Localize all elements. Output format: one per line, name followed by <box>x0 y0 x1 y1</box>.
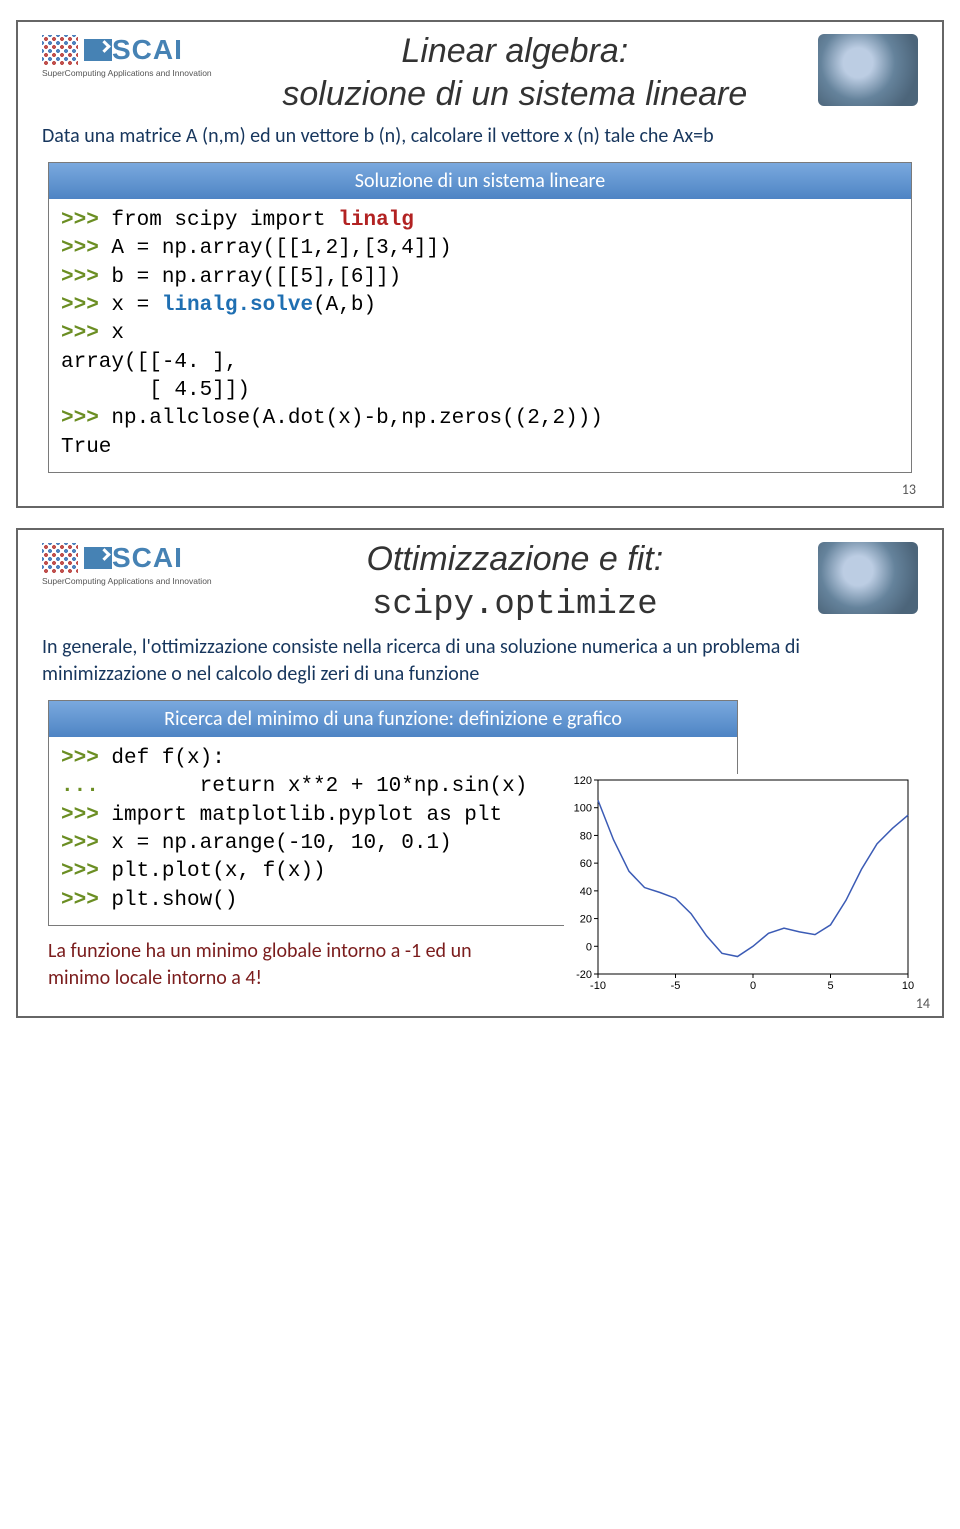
slide-2-intro: In generale, l'ottimizzazione consiste n… <box>42 634 918 688</box>
svg-text:40: 40 <box>580 886 592 898</box>
cineca-logo-icon <box>42 543 78 573</box>
svg-text:10: 10 <box>902 980 914 992</box>
page-number-1: 13 <box>42 481 916 498</box>
svg-text:0: 0 <box>586 941 592 953</box>
code-box-1-title: Soluzione di un sistema lineare <box>49 163 911 199</box>
page-number-2: 14 <box>916 995 930 1012</box>
scai-logo: SCAI <box>84 34 183 66</box>
decorative-molecule-image <box>818 542 918 614</box>
slide-1-header: SCAI SuperComputing Applications and Inn… <box>42 34 918 115</box>
svg-text:5: 5 <box>827 980 833 992</box>
svg-text:0: 0 <box>750 980 756 992</box>
svg-text:-10: -10 <box>590 980 606 992</box>
slide-1: SCAI SuperComputing Applications and Inn… <box>16 20 944 508</box>
logo-tagline: SuperComputing Applications and Innovati… <box>42 576 212 586</box>
slide-2-title: Ottimizzazione e fit: scipy.optimize <box>222 538 808 626</box>
slide-1-title: Linear algebra: soluzione di un sistema … <box>222 30 808 115</box>
logo-tagline: SuperComputing Applications and Innovati… <box>42 68 212 78</box>
slide-2: SCAI SuperComputing Applications and Inn… <box>16 528 944 1018</box>
code-box-1-body: >>> from scipy import linalg >>> A = np.… <box>49 199 911 472</box>
svg-text:80: 80 <box>580 831 592 843</box>
svg-text:60: 60 <box>580 858 592 870</box>
code-box-2-title: Ricerca del minimo di una funzione: defi… <box>49 701 737 737</box>
decorative-molecule-image <box>818 34 918 106</box>
logo-block: SCAI SuperComputing Applications and Inn… <box>42 34 212 78</box>
code-box-1: Soluzione di un sistema lineare >>> from… <box>48 162 912 473</box>
logo-block-2: SCAI SuperComputing Applications and Inn… <box>42 542 212 586</box>
svg-text:-5: -5 <box>671 980 681 992</box>
cineca-logo-icon <box>42 35 78 65</box>
scai-logo: SCAI <box>84 542 183 574</box>
svg-text:120: 120 <box>574 775 592 787</box>
slide-2-note: La funzione ha un minimo globale intorno… <box>48 938 518 992</box>
slide-1-intro: Data una matrice A (n,m) ed un vettore b… <box>42 123 918 150</box>
slide-2-header: SCAI SuperComputing Applications and Inn… <box>42 542 918 626</box>
function-plot: -20020406080100120-10-50510 <box>564 774 914 994</box>
svg-text:100: 100 <box>574 803 592 815</box>
svg-text:20: 20 <box>580 914 592 926</box>
